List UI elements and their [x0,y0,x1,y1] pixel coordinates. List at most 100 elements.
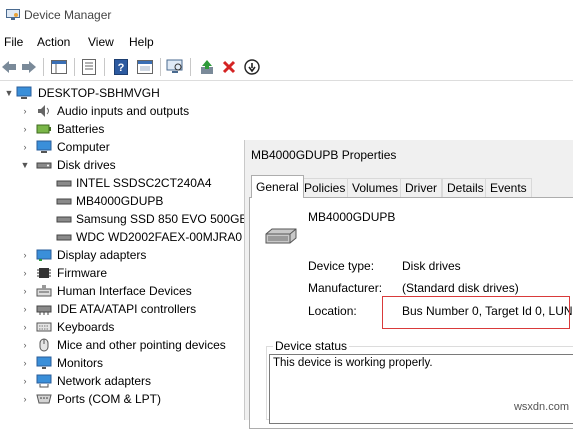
tree-child-disk[interactable]: WDC WD2002FAEX-00MJRA0 [0,228,244,246]
expand-arrow-icon[interactable]: › [20,106,30,116]
tab-policies[interactable]: Policies [299,178,351,197]
tree-item-label: Ports (COM & LPT) [57,392,162,406]
expand-arrow-icon[interactable]: › [20,286,30,296]
port-icon [36,394,52,404]
disk-drive-icon [265,228,297,244]
tree-item-label: Audio inputs and outputs [57,104,190,118]
tree-child-disk[interactable]: MB4000GDUPB [0,192,244,210]
disk-drive-icon [36,162,52,169]
title-bar: Device Manager [0,0,573,32]
tree-item-monitors[interactable]: › Monitors [0,354,244,372]
menu-action[interactable]: Action [37,35,70,49]
ide-controller-icon [36,305,52,315]
tree-child-label: MB4000GDUPB [76,194,164,208]
manufacturer-label: Manufacturer: [308,281,383,295]
tree-child-label: INTEL SSDSC2CT240A4 [76,176,212,190]
tree-item-label: Human Interface Devices [57,284,192,298]
tree-item-batteries[interactable]: › Batteries [0,120,244,138]
uninstall-icon[interactable] [220,58,238,76]
tree-item-keyboards[interactable]: › Keyboards [0,318,244,336]
tree-root-label: DESKTOP-SBHMVGH [38,86,160,100]
expand-arrow-icon[interactable]: › [20,142,30,152]
tree-child-disk[interactable]: Samsung SSD 850 EVO 500GB [0,210,248,228]
tree-item-label: Mice and other pointing devices [57,338,226,352]
device-status-textbox[interactable]: This device is working properly. [269,354,573,424]
disable-icon[interactable] [243,58,261,76]
properties-dialog: MB4000GDUPB Properties General Policies … [244,140,573,429]
tree-item-ide[interactable]: › IDE ATA/ATAPI controllers [0,300,244,318]
tree-item-mice[interactable]: › Mice and other pointing devices [0,336,244,354]
tab-general[interactable]: General [251,175,304,198]
properties-icon[interactable] [80,58,98,76]
disk-drive-icon [56,180,72,187]
tree-item-hid[interactable]: › Human Interface Devices [0,282,244,300]
expand-arrow-icon[interactable]: › [20,322,30,332]
monitor-icon [36,356,52,369]
device-status-text: This device is working properly. [273,357,433,369]
location-label: Location: [308,304,357,318]
battery-icon [36,124,51,134]
tree-item-network[interactable]: › Network adapters [0,372,244,390]
console-tree-icon[interactable] [136,58,154,76]
expand-arrow-icon[interactable]: › [20,376,30,386]
tree-item-computer[interactable]: › Computer [0,138,244,156]
device-tree: ▼ DESKTOP-SBHMVGH › Audio inputs and out… [0,84,248,415]
tree-item-label: Monitors [57,356,104,370]
tree-item-audio[interactable]: › Audio inputs and outputs [0,102,244,120]
dialog-title: MB4000GDUPB Properties [251,148,397,162]
expand-arrow-icon[interactable]: › [20,358,30,368]
display-adapter-icon [36,249,52,261]
toolbar-separator [43,58,44,76]
disk-drive-icon [56,234,72,241]
tree-item-ports[interactable]: › Ports (COM & LPT) [0,390,244,408]
tab-driver[interactable]: Driver [400,178,442,197]
tree-item-display-adapters[interactable]: › Display adapters [0,246,244,264]
tree-item-label: Batteries [57,122,105,136]
tree-child-label: Samsung SSD 850 EVO 500GB [76,212,248,226]
tree-item-label: Keyboards [57,320,115,334]
manufacturer-value: (Standard disk drives) [402,281,519,295]
disk-drive-icon [56,216,72,223]
hid-icon [36,285,52,297]
device-manager-icon [6,9,20,20]
tree-item-label: Network adapters [57,374,152,388]
tree-item-firmware[interactable]: › Firmware [0,264,244,282]
device-status-legend: Device status [273,339,350,353]
collapse-arrow-icon[interactable]: ▼ [20,160,30,170]
menu-view[interactable]: View [88,35,114,49]
expand-arrow-icon[interactable]: › [20,340,30,350]
expand-arrow-icon[interactable]: › [20,304,30,314]
expand-arrow-icon[interactable]: › [20,124,30,134]
menu-help[interactable]: Help [129,35,154,49]
tree-root[interactable]: ▼ DESKTOP-SBHMVGH [0,84,244,102]
tab-details[interactable]: Details [442,178,489,197]
forward-icon[interactable] [20,58,38,76]
tab-volumes[interactable]: Volumes [347,178,404,197]
tree-item-label: Disk drives [57,158,116,172]
tree-item-label: Computer [57,140,110,154]
tree-item-disk-drives[interactable]: ▼ Disk drives [0,156,244,174]
scan-hardware-icon[interactable] [166,58,184,76]
tree-item-label: Firmware [57,266,107,280]
back-icon[interactable] [0,58,18,76]
svg-text:?: ? [118,62,125,74]
expand-arrow-icon[interactable]: › [20,268,30,278]
network-adapter-icon [36,374,52,388]
window-title: Device Manager [24,8,112,22]
expand-arrow-icon[interactable]: › [20,394,30,404]
show-hide-tree-icon[interactable] [50,58,68,76]
update-driver-icon[interactable] [198,58,216,76]
tree-child-disk[interactable]: INTEL SSDSC2CT240A4 [0,174,244,192]
help-icon[interactable]: ? [112,58,130,76]
toolbar-separator [190,58,191,76]
computer-icon [16,86,32,99]
expand-arrow-icon[interactable]: › [20,250,30,260]
computer-icon [36,140,52,153]
keyboard-icon [36,322,52,332]
menu-bar: File Action View Help [0,33,573,53]
tree-child-label: WDC WD2002FAEX-00MJRA0 [76,230,243,244]
collapse-arrow-icon[interactable]: ▼ [4,88,14,98]
tab-events[interactable]: Events [485,178,532,197]
menu-file[interactable]: File [4,35,23,49]
disk-drive-icon [56,198,72,205]
